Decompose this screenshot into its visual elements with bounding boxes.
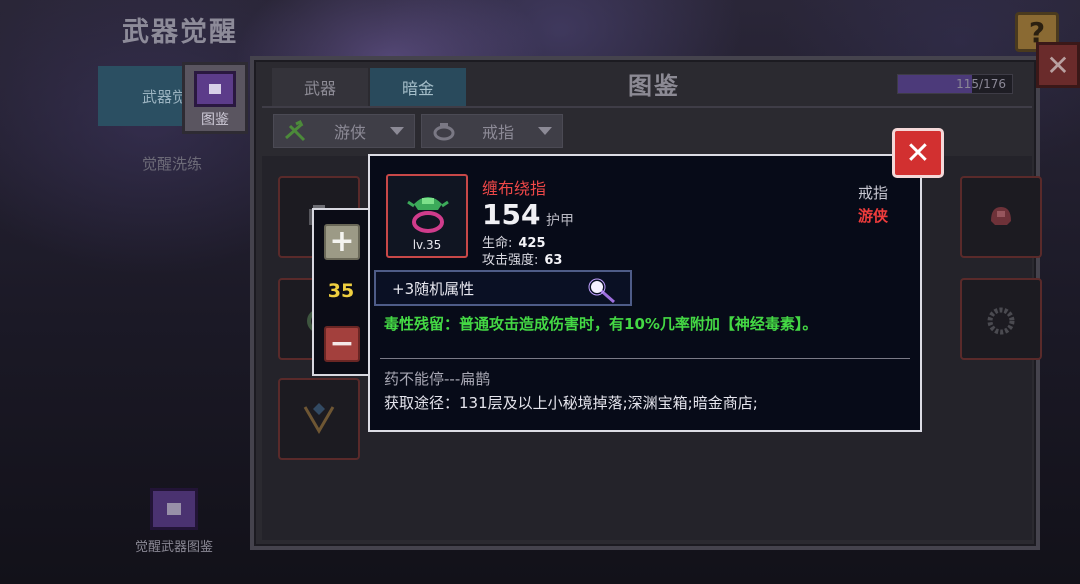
progress-text: 115/176 [956, 77, 1006, 91]
random-attribute-row[interactable]: +3随机属性 [374, 270, 632, 306]
item-slot[interactable] [960, 176, 1042, 258]
codex-shortcut-label: 图鉴 [201, 112, 229, 128]
panel-close-button[interactable]: ✕ [1036, 42, 1080, 88]
quantity-value: 35 [327, 280, 355, 302]
stat-attack: 攻击强度: 63 [482, 249, 562, 268]
tooltip-close-button[interactable]: ✕ [892, 128, 944, 178]
ring-item-icon [303, 403, 335, 434]
panel-title: 图鉴 [628, 72, 680, 100]
quantity-stepper: + 35 − [312, 208, 370, 376]
type-filter-dropdown[interactable]: 戒指 [421, 114, 563, 148]
awaken-weapon-codex-button[interactable]: 觉醒武器图鉴 [126, 488, 222, 555]
codex-shortcut-button[interactable]: 图鉴 [182, 62, 248, 134]
nav-tab-awaken-reroll[interactable]: 觉醒洗练 [98, 148, 238, 178]
decrease-button[interactable]: − [324, 326, 360, 362]
stat-label: 攻击强度: [482, 253, 539, 268]
tab-weapons[interactable]: 武器 [272, 68, 368, 106]
item-armor-label: 护甲 [546, 213, 574, 229]
item-class: 游侠 [858, 207, 889, 225]
panel-divider [262, 106, 1032, 108]
tab-dark-gold[interactable]: 暗金 [370, 68, 466, 106]
type-filter-label: 戒指 [481, 123, 514, 142]
item-level: lv.35 [412, 238, 442, 252]
item-slot[interactable] [960, 278, 1042, 360]
awaken-weapon-codex-label: 觉醒武器图鉴 [134, 540, 213, 555]
magic-wand-icon [588, 278, 615, 304]
increase-button[interactable]: + [324, 224, 360, 260]
class-filter-dropdown[interactable]: 游侠 [273, 114, 415, 148]
random-attribute-label: +3随机属性 [392, 279, 475, 298]
tooltip-divider [380, 358, 910, 359]
item-armor-value: 154 [482, 198, 541, 231]
chevron-down-icon [538, 127, 552, 135]
ranger-icon [285, 120, 306, 142]
class-filter-label: 游侠 [333, 123, 366, 142]
item-name: 缠布绕指 [482, 179, 547, 198]
ring-item-icon [987, 307, 1015, 335]
wrapped-ring-icon [407, 197, 449, 233]
collection-progress: 115/176 [897, 74, 1013, 94]
chevron-down-icon [390, 127, 404, 135]
codex-chest-icon [150, 488, 198, 530]
ring-icon [433, 123, 455, 141]
item-source: 获取途径：131层及以上小秘境掉落;深渊宝箱;暗金商店; [384, 394, 758, 412]
item-flavor-text: 药不能停---扁鹊 [384, 370, 491, 388]
item-type: 戒指 [858, 184, 889, 202]
stat-value: 63 [544, 253, 563, 268]
item-effect: 毒性残留：普通攻击造成伤害时，有10%几率附加【神经毒素】。 [384, 315, 818, 333]
codex-chest-icon [194, 71, 236, 107]
page-title: 武器觉醒 [122, 17, 238, 48]
item-slot[interactable] [278, 378, 360, 460]
item-portrait: lv.35 [386, 174, 468, 258]
ring-item-icon [991, 207, 1011, 225]
